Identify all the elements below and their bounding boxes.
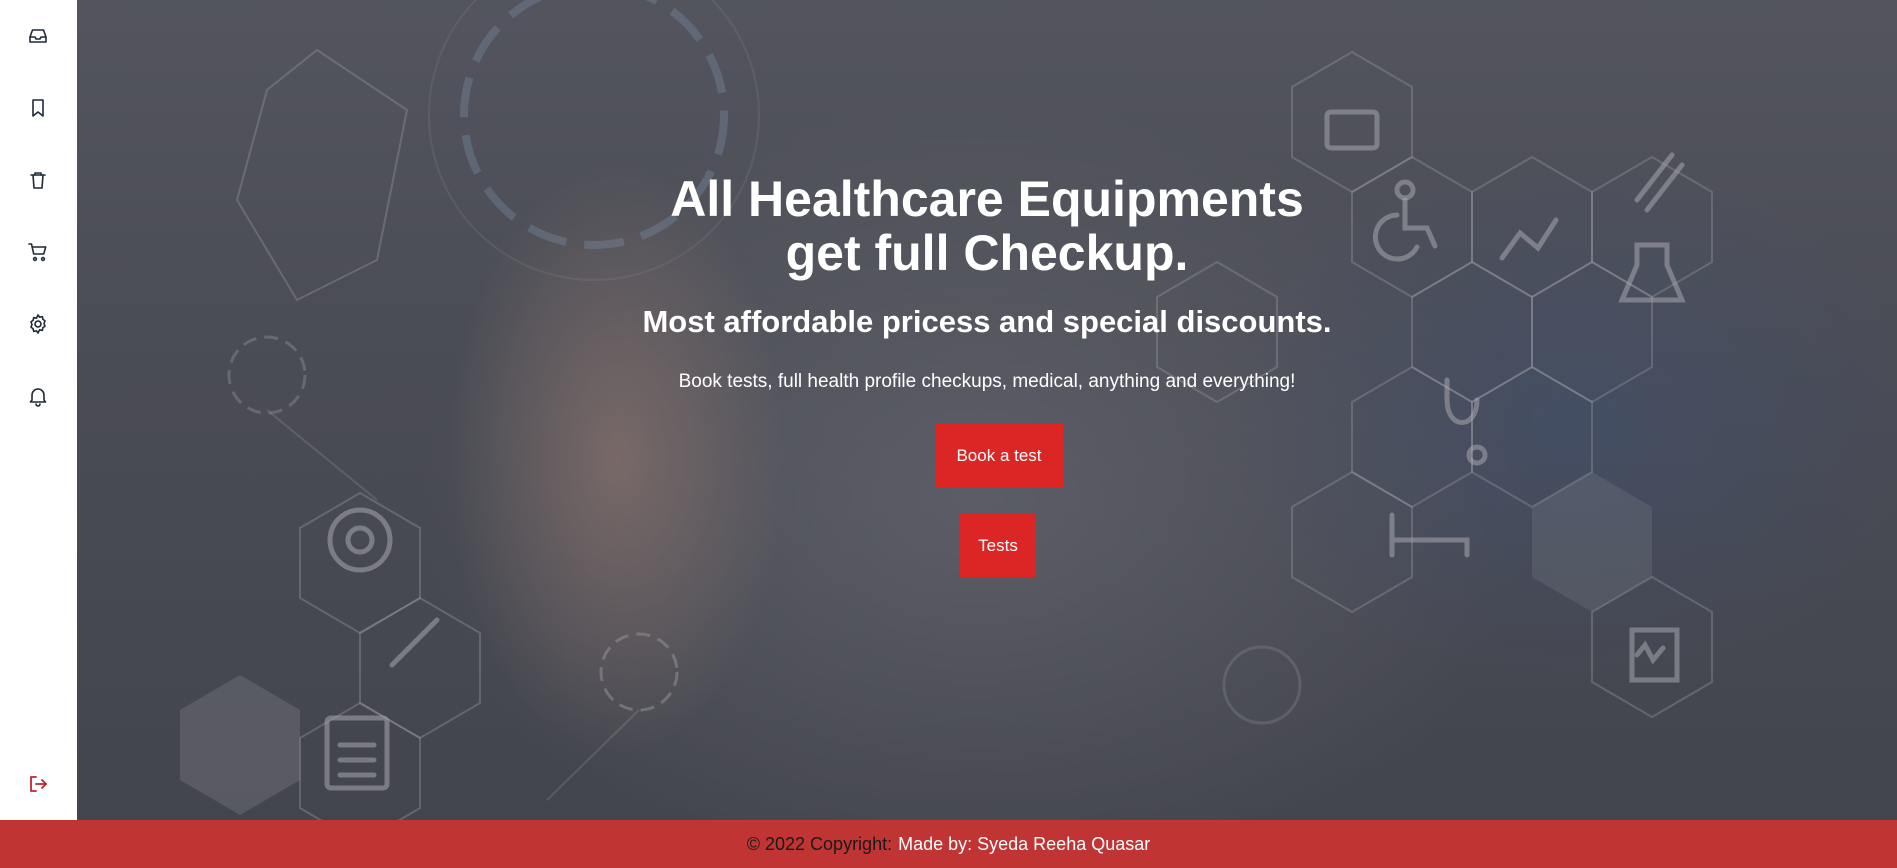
hero-title-line1: All Healthcare Equipments bbox=[670, 171, 1304, 227]
inbox-icon[interactable] bbox=[18, 16, 58, 56]
bell-icon[interactable] bbox=[18, 376, 58, 416]
footer-copyright: © 2022 Copyright: bbox=[746, 833, 893, 854]
hero-title: All Healthcare Equipments get full Check… bbox=[77, 172, 1897, 280]
hero-content: All Healthcare Equipments get full Check… bbox=[77, 0, 1897, 820]
footer-made-by: Made by: Syeda Reeha Quasar bbox=[898, 833, 1151, 854]
bookmark-icon[interactable] bbox=[18, 88, 58, 128]
hero-lead-text: Book tests, full health profile checkups… bbox=[678, 371, 1296, 392]
cart-icon[interactable] bbox=[18, 232, 58, 272]
hero-title-line2: get full Checkup. bbox=[785, 225, 1189, 281]
gear-icon[interactable] bbox=[18, 304, 58, 344]
tests-button[interactable]: Tests bbox=[960, 514, 1036, 577]
logout-icon[interactable] bbox=[18, 764, 58, 804]
sidebar bbox=[0, 0, 77, 820]
hero-section: All Healthcare Equipments get full Check… bbox=[77, 0, 1897, 820]
book-a-test-button[interactable]: Book a test bbox=[935, 424, 1063, 487]
trash-icon[interactable] bbox=[18, 160, 58, 200]
hero-subtitle: Most affordable pricess and special disc… bbox=[642, 304, 1332, 339]
footer: © 2022 Copyright: Made by: Syeda Reeha Q… bbox=[0, 820, 1897, 868]
